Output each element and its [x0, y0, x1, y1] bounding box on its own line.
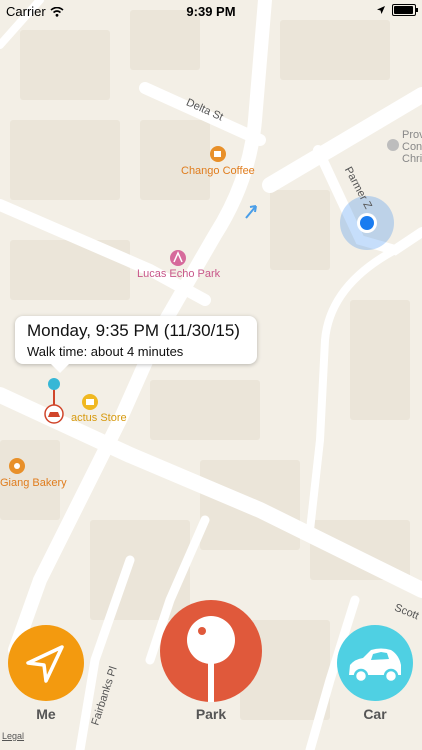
car-button[interactable] — [337, 625, 413, 701]
poi-label-chango: Chango Coffee — [181, 165, 255, 177]
me-label: Me — [36, 706, 56, 722]
bakery-poi-icon — [9, 458, 25, 474]
status-time: 9:39 PM — [186, 4, 236, 19]
park-poi-icon — [170, 250, 186, 266]
poi-label-church-1: Prov — [402, 129, 422, 141]
navigation-arrow-icon — [26, 645, 64, 683]
parking-callout[interactable]: Monday, 9:35 PM (11/30/15) Walk time: ab… — [15, 316, 257, 373]
coffee-poi-icon — [210, 146, 226, 162]
car-icon — [349, 648, 401, 684]
parking-pin-icon — [187, 616, 235, 702]
legal-link[interactable]: Legal — [2, 731, 24, 741]
poi-label-cactus: actus Store — [71, 412, 127, 424]
poi-label-giang: Giang Bakery — [0, 477, 67, 489]
location-services-icon — [377, 6, 385, 14]
battery-icon — [392, 4, 418, 16]
church-poi-icon — [387, 139, 399, 151]
poi-label-lucas: Lucas Echo Park — [137, 268, 221, 280]
park-button[interactable] — [160, 600, 262, 702]
car-label: Car — [363, 706, 387, 722]
poi-label-church-3: Chri — [402, 153, 422, 165]
me-button[interactable] — [8, 625, 84, 701]
status-bar: Carrier 9:39 PM — [0, 0, 422, 22]
store-poi-icon — [82, 394, 98, 410]
callout-title: Monday, 9:35 PM (11/30/15) — [27, 321, 240, 340]
poi-label-church-2: Con — [402, 141, 422, 153]
callout-subtitle: Walk time: about 4 minutes — [27, 344, 184, 359]
park-label: Park — [195, 706, 227, 722]
